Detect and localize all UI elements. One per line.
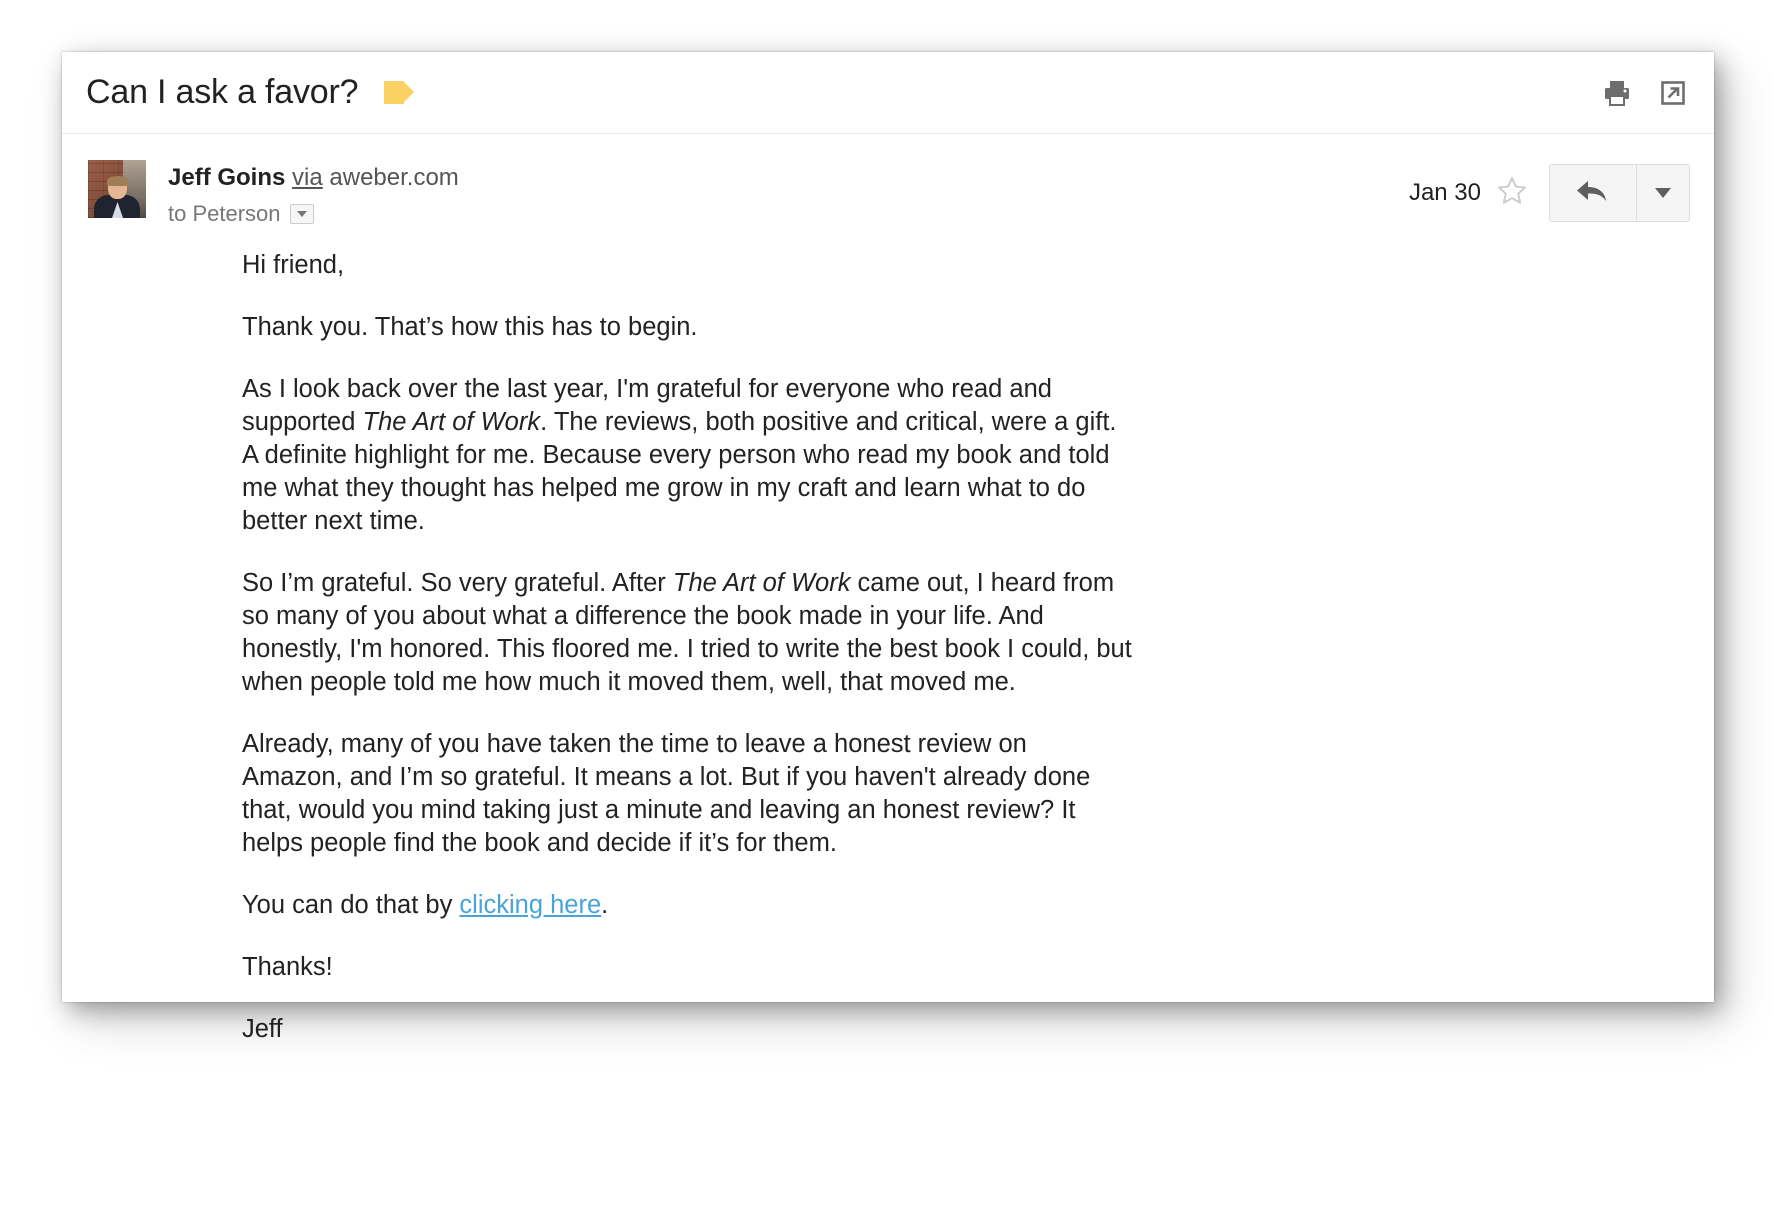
avatar	[88, 160, 146, 218]
chevron-down-icon	[1655, 188, 1671, 198]
body-greeting: Hi friend,	[242, 251, 345, 279]
email-body: Hi friend, Thank you. That’s how this ha…	[62, 227, 1326, 1046]
chevron-down-icon	[296, 211, 307, 217]
body-signature: Jeff	[242, 1015, 283, 1043]
printer-icon	[1602, 79, 1632, 107]
screenshot-root: Can I ask a favor? Jeff Goins via aweber…	[0, 0, 1774, 1208]
body-paragraph-5: You can do that by clicking here.	[242, 889, 1132, 922]
avatar-hair	[107, 175, 128, 186]
body-paragraph-1: Thank you. That’s how this has to begin.	[242, 313, 698, 341]
subject-actions	[1600, 76, 1690, 110]
open-in-new-window-button[interactable]	[1656, 76, 1690, 110]
body-signoff: Thanks!	[242, 953, 333, 981]
star-button[interactable]	[1495, 176, 1529, 210]
book-title: The Art of Work	[362, 408, 541, 436]
body-paragraph-4: Already, many of you have taken the time…	[242, 730, 1091, 857]
sender-details: Jeff Goins via aweber.com to Peterson	[168, 160, 459, 227]
reply-arrow-icon	[1575, 176, 1611, 211]
label-tag-point	[403, 81, 415, 103]
body-paragraph-3: So I’m grateful. So very grateful. After…	[242, 567, 1132, 699]
reply-button-group	[1549, 164, 1690, 222]
message-actions: Jan 30	[1409, 160, 1690, 222]
recipient-line: to Peterson	[168, 201, 459, 227]
subject-header: Can I ask a favor?	[62, 52, 1714, 134]
book-title: The Art of Work	[672, 569, 851, 597]
open-in-new-window-icon	[1658, 78, 1688, 108]
body-paragraph-3-text-a: So I’m grateful. So very grateful. After	[242, 569, 673, 597]
sender-name[interactable]: Jeff Goins	[168, 164, 285, 191]
recipient-label: to Peterson	[168, 201, 281, 226]
print-button[interactable]	[1600, 76, 1634, 110]
body-paragraph-5-text-a: You can do that by	[242, 891, 460, 919]
sender-via-label: via	[292, 164, 323, 191]
label-tag-icon[interactable]	[384, 81, 415, 104]
sender-line: Jeff Goins via aweber.com	[168, 162, 459, 194]
clicking-here-link[interactable]: clicking here	[459, 891, 601, 919]
body-paragraph-2: As I look back over the last year, I'm g…	[242, 373, 1132, 538]
reply-button[interactable]	[1550, 165, 1636, 221]
sender-domain: aweber.com	[329, 164, 459, 191]
label-tag-body	[384, 81, 405, 104]
page-title: Can I ask a favor?	[86, 73, 359, 111]
recipient-details-toggle[interactable]	[289, 204, 314, 224]
star-outline-icon	[1496, 175, 1528, 212]
message-date: Jan 30	[1408, 179, 1481, 206]
more-options-button[interactable]	[1636, 165, 1689, 221]
email-card: Can I ask a favor? Jeff Goins via aweber…	[62, 52, 1714, 1043]
body-paragraph-5-text-b: .	[601, 891, 609, 919]
sender-header: Jeff Goins via aweber.com to Peterson Ja…	[62, 134, 1714, 227]
